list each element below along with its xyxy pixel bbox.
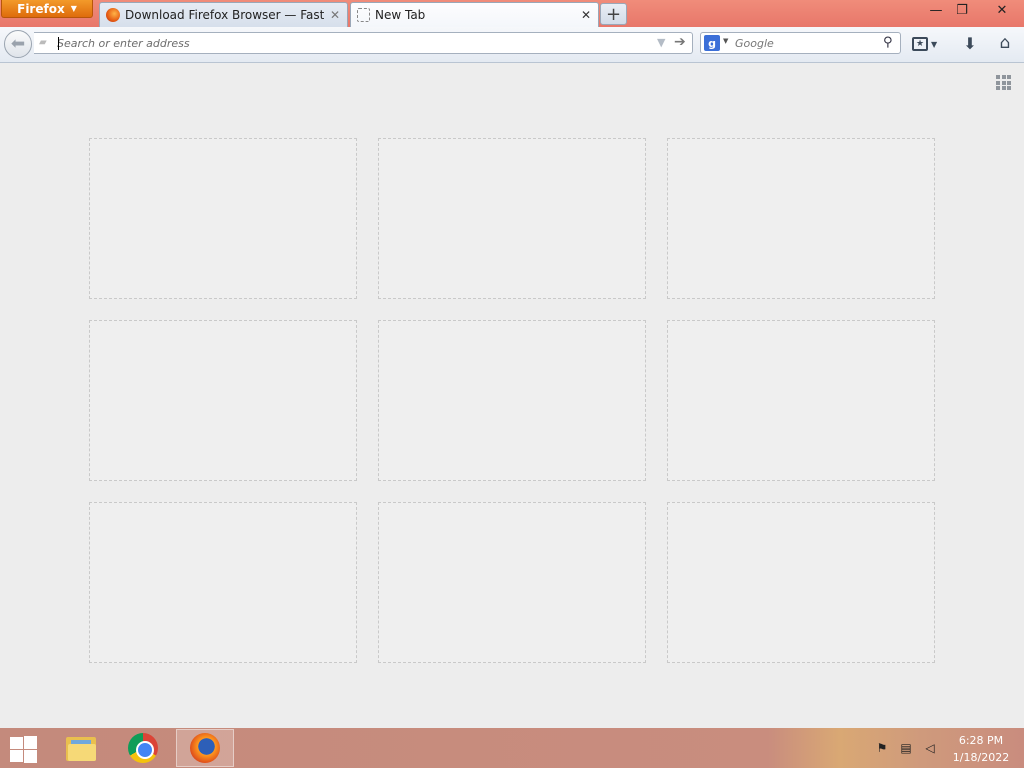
maximize-button[interactable]: ❐ — [945, 0, 979, 20]
firefox-menu-label: Firefox — [17, 1, 65, 16]
empty-tile — [667, 138, 935, 299]
action-center-flag-icon[interactable]: ⚑ — [874, 740, 890, 756]
empty-tile — [667, 320, 935, 481]
caret-down-icon: ▼ — [931, 39, 938, 49]
new-tab-button[interactable]: + — [600, 3, 627, 25]
bookmark-star-icon: ★ — [912, 37, 928, 51]
site-identity-icon[interactable]: ▰ — [39, 37, 53, 49]
caret-down-icon: ▼ — [70, 4, 77, 13]
tab-label: Download Firefox Browser — Fast, Private… — [125, 8, 324, 22]
search-bar[interactable]: g ▼ ⚲ — [700, 32, 901, 54]
taskbar-file-explorer[interactable] — [52, 729, 110, 767]
empty-tile — [378, 502, 646, 663]
taskbar-chrome[interactable] — [114, 729, 172, 767]
empty-tile — [89, 502, 357, 663]
back-button[interactable]: ⬅ — [4, 30, 32, 58]
clock-time: 6:28 PM — [958, 734, 1004, 747]
empty-tile — [667, 502, 935, 663]
tab-download-firefox[interactable]: Download Firefox Browser — Fast, Private… — [99, 2, 348, 27]
address-bar[interactable]: ▰ ▼ ➔ — [34, 32, 693, 54]
empty-tile — [89, 320, 357, 481]
windows-logo-icon — [10, 737, 23, 749]
folder-icon — [66, 735, 96, 761]
downloads-button[interactable]: ⬇ — [960, 33, 980, 53]
empty-tile — [378, 320, 646, 481]
empty-tile — [378, 138, 646, 299]
start-button[interactable] — [8, 735, 38, 763]
chrome-icon — [128, 733, 158, 763]
blank-page-icon — [357, 8, 370, 22]
empty-tile — [89, 138, 357, 299]
network-icon[interactable]: ▤ — [898, 740, 914, 756]
close-window-button[interactable]: ✕ — [982, 0, 1022, 20]
home-button[interactable]: ⌂ — [994, 33, 1016, 53]
clock-date: 1/18/2022 — [952, 751, 1010, 764]
system-clock[interactable]: 6:28 PM 1/18/2022 — [946, 732, 1016, 766]
search-input[interactable] — [735, 35, 875, 51]
download-arrow-icon: ⬇ — [963, 33, 977, 53]
tiles-grid — [89, 138, 935, 663]
firefox-menu-button[interactable]: Firefox ▼ — [1, 0, 93, 18]
search-magnifier-icon[interactable]: ⚲ — [883, 35, 893, 50]
tab-close-icon[interactable]: ✕ — [329, 8, 341, 22]
history-dropdown-icon[interactable]: ▼ — [657, 36, 665, 49]
tab-label: New Tab — [375, 8, 426, 22]
address-input[interactable] — [57, 35, 647, 51]
taskbar: ⚑ ▤ ◁ 6:28 PM 1/18/2022 — [0, 728, 1024, 768]
taskbar-firefox[interactable] — [176, 729, 234, 767]
home-icon: ⌂ — [999, 33, 1011, 53]
bookmarks-menu-button[interactable]: ★ ▼ — [912, 35, 946, 53]
title-bar: Firefox ▼ Download Firefox Browser — Fas… — [0, 0, 1024, 27]
engine-dropdown-icon[interactable]: ▼ — [723, 37, 728, 45]
grid-toggle-icon[interactable] — [996, 75, 1011, 90]
go-arrow-icon[interactable]: ➔ — [674, 34, 686, 50]
firefox-icon — [106, 8, 120, 22]
new-tab-page — [0, 63, 1024, 728]
navigation-toolbar: ⬅ ▰ ▼ ➔ g ▼ ⚲ ★ ▼ ⬇ ⌂ — [0, 27, 1024, 63]
volume-muted-icon[interactable]: ◁ — [922, 740, 938, 756]
firefox-icon — [190, 733, 220, 763]
google-engine-icon[interactable]: g — [704, 35, 720, 51]
tab-new-tab[interactable]: New Tab ✕ — [350, 2, 599, 27]
tab-close-icon[interactable]: ✕ — [580, 8, 592, 22]
arrow-left-icon: ⬅ — [10, 34, 26, 54]
text-cursor — [58, 37, 59, 50]
